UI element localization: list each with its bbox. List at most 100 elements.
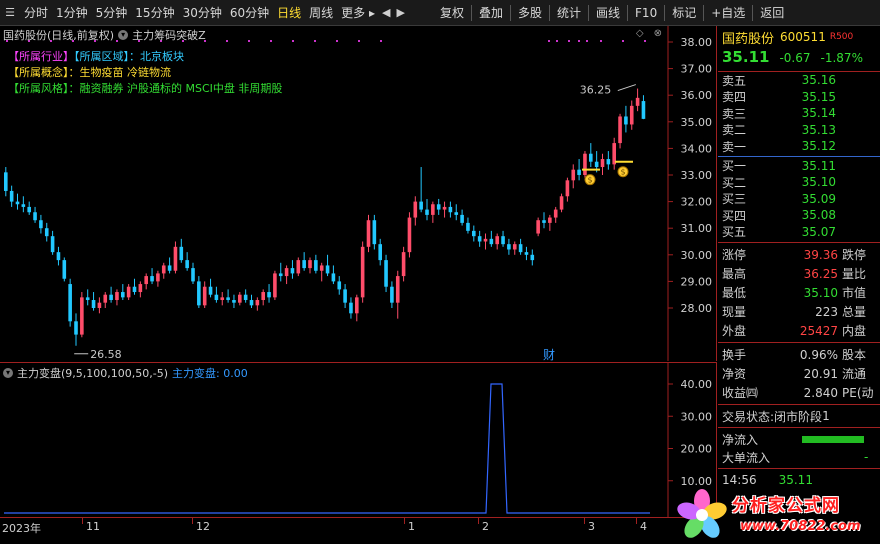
bid-level[interactable]: 买一 35.11 (718, 158, 880, 175)
y-axis-label: 20.00 (681, 443, 713, 456)
y-axis-label: 34.00 (681, 142, 713, 155)
toolbar-divider (703, 4, 705, 21)
tool-button[interactable]: 复权 (436, 0, 468, 26)
candle-body (413, 201, 418, 218)
indicator-chart[interactable]: 40.00 30.00 20.00 10.00 ▾ 主力变盘(9,5,100,100,… (0, 362, 717, 518)
tool-button[interactable]: 多股 (514, 0, 546, 26)
quote-panel: 国药股份 600511 R500 35.11 -0.67 -1.87% 卖五 35… (718, 26, 880, 544)
tool-button[interactable]: 统计 (553, 0, 585, 26)
ask-level[interactable]: 卖二 35.13 (718, 122, 880, 139)
period-tab[interactable]: 5分钟 (92, 0, 132, 26)
high-price-label: 36.25 (580, 84, 612, 97)
stat-label-secondary: 跌停 (842, 248, 867, 262)
candle-body (442, 206, 447, 210)
prev-icon[interactable]: ◀ (379, 6, 393, 19)
trade-state-extra: 1 (822, 409, 830, 423)
close-icon[interactable]: ⊗ (654, 28, 662, 39)
candle-body (191, 268, 195, 282)
chart-corner-icons: ◇ ⊗ (636, 28, 662, 39)
candle-body (512, 244, 517, 250)
ask-level[interactable]: 卖一 35.12 (718, 138, 880, 155)
time-label: 2 (482, 520, 489, 533)
bid-level[interactable]: 买三 35.09 (718, 191, 880, 208)
period-tab[interactable]: 周线 (305, 0, 337, 26)
candle-body (355, 297, 359, 314)
signal-dot (548, 40, 550, 42)
tool-button[interactable]: +自选 (707, 0, 749, 26)
indicator-dropdown-icon[interactable]: ▾ (3, 368, 13, 378)
indicator-dropdown-icon[interactable]: ▾ (118, 30, 129, 40)
toolbar-divider (509, 4, 511, 21)
stat-label: 换手 (722, 348, 747, 362)
candle-body (109, 294, 113, 301)
candle-body (9, 190, 14, 202)
indicator-name[interactable]: 主力筹码突破Z (132, 27, 206, 43)
chart-title[interactable]: 国药股份(日线,前复权) (3, 27, 114, 43)
period-tab[interactable]: 1分钟 (52, 0, 92, 26)
time-tick (82, 518, 83, 524)
candle-body (126, 286, 131, 298)
book-level-price: 35.14 (801, 106, 836, 121)
book-level-label: 买五 (722, 225, 747, 240)
tool-buttons: 复权 叠加 多股 统计 画线 F10 标记 +自选 返回 (436, 0, 788, 26)
tool-button[interactable]: 返回 (756, 0, 788, 26)
tool-button[interactable]: 叠加 (475, 0, 507, 26)
period-tab[interactable]: 60分钟 (226, 0, 273, 26)
stat-value: 39.36 (803, 247, 838, 262)
candle-body (68, 284, 72, 322)
bid-level[interactable]: 买二 35.10 (718, 174, 880, 191)
trade-state-value: 闭市阶段 (774, 409, 823, 424)
book-level-label: 买一 (722, 159, 747, 174)
candle-body (518, 244, 523, 253)
candle-body (624, 116, 628, 125)
menu-icon[interactable]: ☰ (0, 0, 20, 26)
indicator-title[interactable]: 主力变盘(9,5,100,100,50,-5) (17, 365, 168, 381)
book-level-price: 35.12 (801, 139, 836, 154)
period-tab[interactable]: 分时 (20, 0, 52, 26)
period-tab[interactable]: 日线 (273, 0, 305, 26)
stat-value: 35.10 (803, 285, 838, 300)
kline-chart[interactable]: 38.00 37.00 36.00 35.00 34.00 33.00 32.00 31.00… (0, 26, 717, 362)
ask-level[interactable]: 卖三 35.14 (718, 105, 880, 122)
ask-book: 卖五 35.16 卖四 35.15 卖三 35.14 卖二 35.13 卖一 35.12 (718, 72, 880, 155)
tool-button[interactable]: 标记 (668, 0, 700, 26)
period-tabs: 分时 1分钟 5分钟 15分钟 30分钟 60分钟 日线 周线 更多 ▸ ◀ ▶ (20, 0, 408, 26)
tool-button[interactable]: 画线 (592, 0, 624, 26)
signal-dot (556, 40, 558, 42)
candle-body (284, 268, 289, 277)
bid-level[interactable]: 买四 35.08 (718, 207, 880, 224)
stat-row: 涨停 39.36 跌停 (718, 245, 880, 264)
next-icon[interactable]: ▶ (393, 6, 407, 19)
tick-price: 35.11 (778, 473, 813, 487)
time-tick (404, 518, 405, 524)
y-axis-label: 30.00 (681, 249, 713, 262)
region-value: 北京板块 (140, 50, 184, 63)
period-tab[interactable]: 15分钟 (131, 0, 178, 26)
bid-level[interactable]: 买五 35.07 (718, 224, 880, 241)
candle-body (27, 206, 31, 213)
signal-dot (568, 40, 570, 42)
ask-level[interactable]: 卖五 35.16 (718, 72, 880, 89)
signal-dot (380, 40, 382, 42)
candle-body (243, 294, 248, 301)
concept-tag: 【所属概念】 (8, 66, 69, 79)
toolbar-divider (470, 4, 472, 21)
trade-state-label: 交易状态: (722, 409, 775, 424)
time-tick (584, 518, 585, 524)
candle-body (220, 297, 225, 301)
stat-label-secondary: 总量 (842, 305, 867, 319)
candle-body (565, 180, 570, 197)
candle-body (378, 244, 382, 261)
toolbar-divider (664, 4, 666, 21)
tool-button[interactable]: F10 (631, 0, 661, 26)
candle-body (15, 201, 20, 205)
candle-body (401, 252, 406, 277)
info-line-style: 【所属风格】：融资融券 沪股通标的 MSCI中盘 非周期股 (8, 82, 283, 95)
period-tab[interactable]: 更多 ▸ (337, 0, 379, 26)
stat-value: 25427 (799, 323, 838, 338)
candle-body (197, 281, 201, 306)
period-tab[interactable]: 30分钟 (179, 0, 226, 26)
ask-level[interactable]: 卖四 35.15 (718, 89, 880, 106)
market-flag: R500 (829, 32, 854, 42)
diamond-icon[interactable]: ◇ (636, 28, 644, 39)
